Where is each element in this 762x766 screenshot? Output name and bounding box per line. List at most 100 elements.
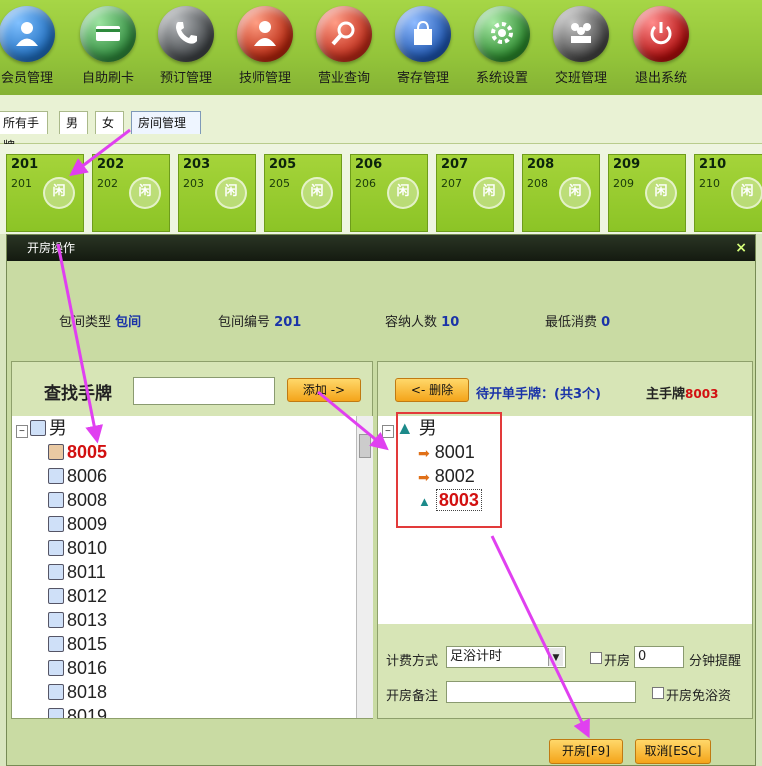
- open-room-button[interactable]: 开房[F9]: [549, 739, 623, 764]
- room-tile[interactable]: 201 201 闲: [6, 154, 84, 232]
- toolbar-shift-button[interactable]: 交班管理: [544, 6, 618, 92]
- room-code: 206: [355, 177, 376, 190]
- list-item[interactable]: 8019: [48, 704, 107, 718]
- room-tile[interactable]: 207 207 闲: [436, 154, 514, 232]
- list-item[interactable]: 8006: [48, 464, 107, 488]
- toolbar-member-button[interactable]: 会员管理: [0, 6, 64, 92]
- dialog-title: 开房操作: [27, 241, 76, 255]
- toolbar-business-query-button[interactable]: 营业查询: [307, 6, 381, 92]
- list-item[interactable]: 8013: [48, 608, 107, 632]
- room-tile[interactable]: 205 205 闲: [264, 154, 342, 232]
- list-item[interactable]: 8008: [48, 488, 107, 512]
- room-code: 208: [527, 177, 548, 190]
- room-number: 203: [183, 157, 211, 172]
- room-tile[interactable]: 206 206 闲: [350, 154, 428, 232]
- free-bath-label: 开房免浴资: [666, 689, 732, 704]
- min-spend-field: 最低消费 0: [545, 311, 610, 330]
- card-number: 8012: [67, 586, 108, 606]
- left-search-row: 查找手牌 添加 ->: [12, 362, 372, 416]
- room-code: 210: [699, 177, 720, 190]
- toolbar-settings-button[interactable]: 系统设置: [465, 6, 539, 92]
- pending-card-tree: − ▲ 男 ➡ 8001 ➡ 8002 ▲ 8003: [378, 412, 752, 622]
- list-item[interactable]: 8010: [48, 536, 107, 560]
- tab-all-cards[interactable]: 所有手牌: [0, 111, 48, 153]
- capacity-field: 容纳人数 10: [385, 311, 459, 330]
- room-tile[interactable]: 210 210 闲: [694, 154, 762, 232]
- room-strip: 201 201 闲 202 202 闲 203 203 闲 205 205 闲 …: [0, 144, 762, 234]
- billing-method-select[interactable]: 足浴计时 ▼: [446, 646, 566, 668]
- min-spend-value: 0: [601, 315, 611, 330]
- clock-icon: [48, 588, 64, 605]
- toolbar-exit-button[interactable]: 退出系统: [624, 6, 698, 92]
- free-bath-checkbox[interactable]: [652, 687, 664, 699]
- card-number: 8019: [67, 706, 108, 718]
- clock-icon: [48, 660, 64, 677]
- phone-icon: [158, 6, 214, 62]
- delete-button[interactable]: <- 删除: [395, 378, 469, 402]
- tab-male[interactable]: 男: [59, 111, 88, 134]
- room-number-label: 包间编号: [218, 315, 271, 330]
- room-code: 203: [183, 177, 204, 190]
- room-tile[interactable]: 202 202 闲: [92, 154, 170, 232]
- clock-icon: [48, 492, 64, 509]
- room-number: 208: [527, 157, 555, 172]
- list-item[interactable]: 8005: [48, 440, 107, 464]
- clock-icon: [48, 564, 64, 581]
- toolbar-reservation-button[interactable]: 预订管理: [149, 6, 223, 92]
- tree-group-male[interactable]: − 男: [16, 416, 67, 440]
- list-item[interactable]: 8011: [48, 560, 106, 584]
- technician-icon: [237, 6, 293, 62]
- list-item[interactable]: 8012: [48, 584, 107, 608]
- left-card-tree: − 男 8005 8006 8008 8009 8010 8011 8012 80…: [12, 416, 356, 718]
- list-item[interactable]: 8016: [48, 656, 107, 680]
- main-card-field: 主手牌8003: [646, 383, 718, 402]
- idle-badge-icon: 闲: [731, 177, 762, 209]
- toolbar-storage-button[interactable]: 寄存管理: [386, 6, 460, 92]
- room-number: 206: [355, 157, 383, 172]
- room-note-input[interactable]: [446, 681, 636, 703]
- list-item[interactable]: 8009: [48, 512, 107, 536]
- room-code: 205: [269, 177, 290, 190]
- reminder-minutes-input[interactable]: 0: [634, 646, 684, 668]
- team-icon: [553, 6, 609, 62]
- room-type-field: 包间类型 包间: [59, 311, 141, 330]
- add-button[interactable]: 添加 ->: [287, 378, 361, 402]
- card-number: 8016: [67, 658, 108, 678]
- room-number: 207: [441, 157, 469, 172]
- card-number: 8009: [67, 514, 108, 534]
- toolbar-storage-label: 寄存管理: [396, 71, 449, 86]
- clock-icon: [48, 540, 64, 557]
- tab-female[interactable]: 女: [95, 111, 124, 134]
- card-number: 8013: [67, 610, 108, 630]
- toolbar-reservation-label: 预订管理: [159, 71, 212, 86]
- list-item[interactable]: 8015: [48, 632, 107, 656]
- dialog-titlebar: 开房操作 ×: [7, 235, 755, 261]
- list-item[interactable]: 8018: [48, 680, 107, 704]
- toolbar-technician-button[interactable]: 技师管理: [228, 6, 302, 92]
- room-tile[interactable]: 203 203 闲: [178, 154, 256, 232]
- clock-icon: [48, 612, 64, 629]
- search-icon: [316, 6, 372, 62]
- cancel-button[interactable]: 取消[ESC]: [635, 739, 711, 764]
- close-icon[interactable]: ×: [735, 235, 747, 261]
- collapse-icon[interactable]: −: [382, 425, 394, 438]
- search-label: 查找手牌: [44, 384, 112, 404]
- clock-icon: [48, 684, 64, 701]
- chevron-down-icon[interactable]: ▼: [548, 648, 563, 666]
- tab-room-management[interactable]: 房间管理: [131, 111, 201, 134]
- room-number-field: 包间编号 201: [218, 311, 301, 330]
- scroll-thumb[interactable]: [359, 434, 371, 458]
- collapse-icon[interactable]: −: [16, 425, 28, 438]
- room-tile[interactable]: 209 209 闲: [608, 154, 686, 232]
- room-tile[interactable]: 208 208 闲: [522, 154, 600, 232]
- left-scrollbar[interactable]: [356, 416, 373, 718]
- idle-badge-icon: 闲: [215, 177, 247, 209]
- search-card-input[interactable]: [133, 377, 275, 405]
- clock-icon: [29, 420, 46, 437]
- room-number: 209: [613, 157, 641, 172]
- tree-group-label: 男: [48, 418, 67, 438]
- open-room-checkbox[interactable]: [590, 652, 602, 664]
- toolbar-self-card-button[interactable]: 自助刷卡: [71, 6, 145, 92]
- room-code: 207: [441, 177, 462, 190]
- filter-tabs: 所有手牌 男 女 房间管理: [0, 95, 762, 234]
